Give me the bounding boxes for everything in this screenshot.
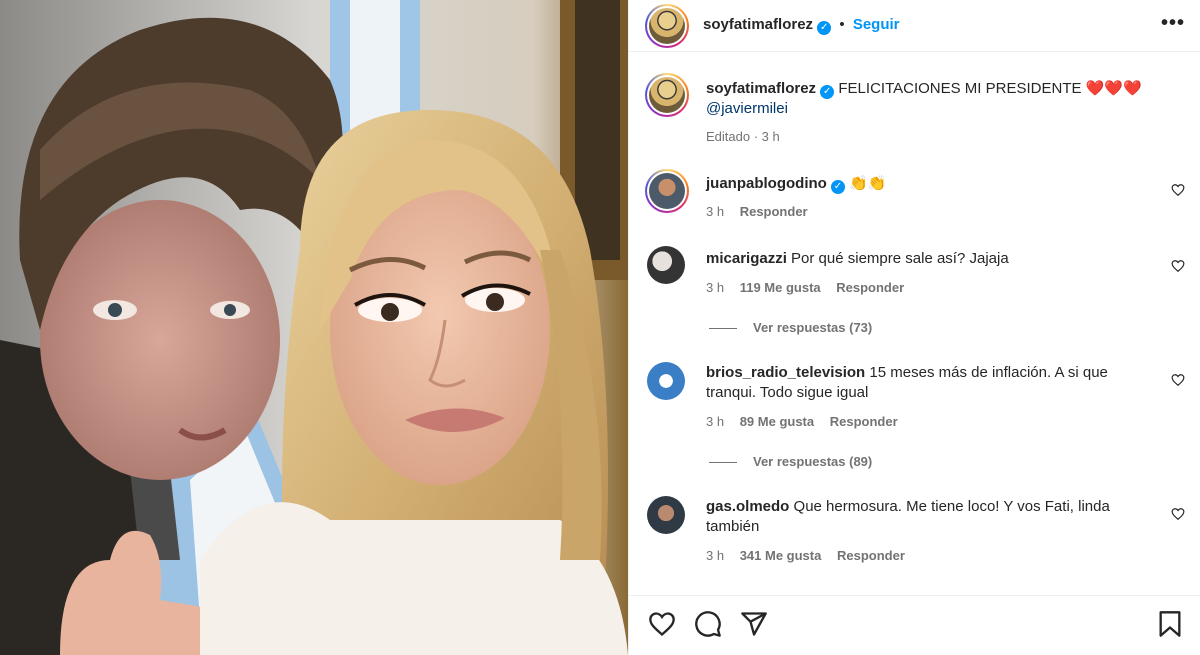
comment-text: 👏👏	[849, 175, 887, 192]
replies-line	[709, 462, 737, 464]
comment-meta: 3 h 341 Me gusta Responder	[706, 548, 917, 563]
verified-badge-icon: ✓	[820, 85, 835, 99]
caption-author-avatar[interactable]	[645, 73, 689, 117]
comment-text-block: brios_radio_television 15 meses más de i…	[706, 363, 1146, 403]
view-replies-label: Ver respuestas (89)	[753, 454, 873, 469]
heart-icon[interactable]	[1171, 373, 1185, 387]
comments-list[interactable]: soyfatimaflorez ✓ FELICITACIONES MI PRES…	[629, 53, 1200, 593]
caption-meta: Editado · 3 h	[706, 129, 792, 144]
comment-meta: 3 h Responder	[706, 204, 820, 219]
reply-button[interactable]: Responder	[837, 548, 905, 563]
heart-icon[interactable]	[648, 610, 676, 638]
follow-button[interactable]: Seguir	[853, 16, 900, 33]
comment-meta: 3 h 89 Me gusta Responder	[706, 414, 910, 429]
comment-username[interactable]: gas.olmedo	[706, 498, 789, 515]
comment-likes[interactable]: 119 Me gusta	[740, 280, 821, 295]
caption-mention[interactable]: @javiermilei	[706, 100, 788, 117]
caption-text-block: soyfatimaflorez ✓ FELICITACIONES MI PRES…	[706, 79, 1146, 119]
comment-avatar[interactable]	[647, 496, 685, 534]
comment-likes[interactable]: 89 Me gusta	[740, 414, 814, 429]
verified-badge-icon: ✓	[831, 180, 845, 194]
view-replies-button[interactable]: Ver respuestas (89)	[709, 454, 872, 469]
post-side-panel: soyfatimaflorez ✓ • Seguir ••• soyfatima…	[628, 0, 1200, 655]
view-replies-label: Ver respuestas (73)	[753, 320, 873, 335]
selfie-image	[0, 0, 628, 655]
caption-text: FELICITACIONES MI PRESIDENTE ❤️❤️❤️	[838, 80, 1142, 97]
comment-username[interactable]: brios_radio_television	[706, 364, 865, 381]
bookmark-icon[interactable]	[1156, 610, 1184, 638]
reply-button[interactable]: Responder	[830, 414, 898, 429]
author-avatar[interactable]	[645, 4, 689, 48]
comment-username[interactable]: micarigazzi	[706, 250, 787, 267]
comment-meta: 3 h 119 Me gusta Responder	[706, 280, 916, 295]
replies-line	[709, 328, 737, 330]
comment-time: 3 h	[706, 548, 725, 563]
post-photo[interactable]	[0, 0, 628, 655]
caption-edited-time: Editado · 3 h	[706, 129, 780, 144]
comment-text-block: gas.olmedo Que hermosura. Me tiene loco!…	[706, 497, 1146, 537]
heart-icon[interactable]	[1171, 507, 1185, 521]
share-icon[interactable]	[740, 610, 768, 638]
comment-time: 3 h	[706, 414, 725, 429]
comment-text-block: juanpablogodino ✓ 👏👏	[706, 174, 1146, 194]
heart-icon[interactable]	[1171, 183, 1185, 197]
verified-badge-icon: ✓	[817, 21, 832, 35]
heart-icon[interactable]	[1171, 259, 1185, 273]
caption-username[interactable]: soyfatimaflorez	[706, 80, 816, 97]
more-options-icon[interactable]: •••	[1161, 12, 1185, 35]
comment-text-block: micarigazzi Por qué siempre sale así? Ja…	[706, 249, 1146, 269]
comment-icon[interactable]	[694, 610, 722, 638]
comment-avatar[interactable]	[645, 169, 689, 213]
view-replies-button[interactable]: Ver respuestas (73)	[709, 320, 872, 335]
comment-time: 3 h	[706, 204, 725, 219]
comment-likes[interactable]: 341 Me gusta	[740, 548, 822, 563]
post-header: soyfatimaflorez ✓ • Seguir •••	[629, 0, 1200, 52]
reply-button[interactable]: Responder	[836, 280, 904, 295]
comment-text: Por qué siempre sale así? Jajaja	[791, 250, 1009, 267]
comment-avatar[interactable]	[647, 246, 685, 284]
author-name-row: soyfatimaflorez ✓ • Seguir	[703, 16, 900, 35]
reply-button[interactable]: Responder	[740, 204, 808, 219]
comment-avatar[interactable]	[647, 362, 685, 400]
separator-dot: •	[839, 16, 845, 33]
post-actions-bar	[629, 595, 1200, 655]
author-username[interactable]: soyfatimaflorez	[703, 16, 813, 33]
comment-time: 3 h	[706, 280, 725, 295]
comment-username[interactable]: juanpablogodino	[706, 175, 827, 192]
